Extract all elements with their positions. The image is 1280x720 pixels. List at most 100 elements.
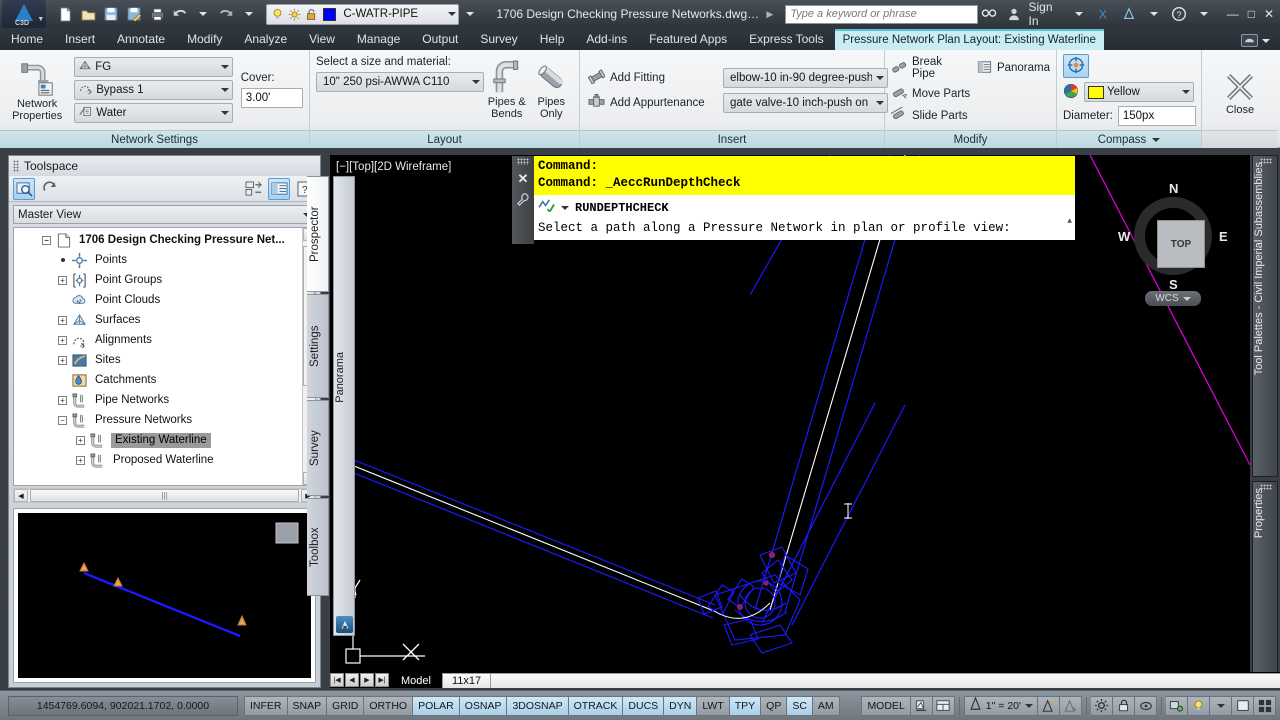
view-cube[interactable]: TOP N S E W WCS	[1118, 181, 1228, 313]
color-wheel-icon[interactable]	[1063, 83, 1079, 102]
preview-toggle-icon[interactable]	[268, 177, 290, 200]
ribbon-tab-modify[interactable]: Modify	[176, 29, 233, 50]
help-dropdown-icon[interactable]	[1194, 3, 1215, 25]
close-button[interactable]: ✕	[1264, 7, 1274, 21]
layout-last-button[interactable]: ▶|	[375, 673, 389, 687]
command-window-sidebar[interactable]: ✕	[512, 156, 534, 244]
annotation-visibility-icon[interactable]	[1038, 695, 1060, 716]
viewcube-east-label[interactable]: E	[1219, 229, 1228, 244]
panel-layout-icon[interactable]	[242, 178, 264, 200]
panorama-label[interactable]: Panorama	[997, 62, 1050, 74]
pipes-and-bends-button[interactable]: Pipes & Bends	[484, 56, 529, 120]
expander-plus-icon[interactable]: +	[58, 315, 67, 325]
alignment-combo[interactable]: Bypass 1	[74, 80, 233, 100]
status-toggle-polar[interactable]: POLAR	[413, 695, 460, 716]
refresh-icon[interactable]	[39, 178, 61, 200]
ribbon-tab-insert[interactable]: Insert	[54, 29, 106, 50]
compass-toggle-button[interactable]	[1063, 54, 1089, 78]
annotation-scale-control[interactable]: 1" = 20'	[963, 695, 1038, 716]
tab-prospector[interactable]: Prospector	[307, 176, 329, 292]
save-as-icon[interactable]	[123, 3, 145, 25]
ribbon-tab-analyze[interactable]: Analyze	[233, 29, 298, 50]
toolspace-title-bar[interactable]: Toolspace	[9, 156, 320, 176]
status-toggle-ortho[interactable]: ORTHO	[364, 695, 414, 716]
coordinate-display[interactable]: 1454769.6094, 902021.1702, 0.0000	[8, 695, 238, 716]
layer-control[interactable]: C-WATR-PIPE	[266, 3, 460, 25]
ribbon-tab-contextual-pressure-network[interactable]: Pressure Network Plan Layout: Existing W…	[834, 29, 1104, 50]
viewcube-south-label[interactable]: S	[1169, 277, 1178, 292]
chevron-down-icon[interactable]	[220, 88, 229, 92]
lock-icon[interactable]	[1113, 695, 1135, 716]
tree-item-proposed-waterline[interactable]: + Proposed Waterline	[14, 450, 302, 470]
size-material-combo[interactable]: 10" 250 psi-AWWA C110	[316, 72, 485, 92]
viewport-icon[interactable]	[932, 695, 955, 716]
tree-item-point-groups[interactable]: + Point Groups	[14, 270, 302, 290]
status-toggle-lwt[interactable]: LWT	[697, 695, 730, 716]
undo-icon[interactable]	[169, 3, 191, 25]
layout-tab-11x17[interactable]: 11x17	[441, 673, 492, 688]
tree-item-catchments[interactable]: Catchments	[14, 370, 302, 390]
layout-first-button[interactable]: |◀	[330, 673, 344, 687]
tree-horizontal-scrollbar[interactable]: ◀ ||| ▶	[13, 488, 316, 503]
layout-prev-button[interactable]: ◀	[345, 673, 359, 687]
chevron-down-icon[interactable]	[448, 12, 457, 16]
item-preview-icon[interactable]	[13, 177, 35, 200]
chevron-down-icon[interactable]	[1182, 90, 1190, 94]
cover-input[interactable]: 3.00'	[240, 88, 304, 108]
save-icon[interactable]	[100, 3, 122, 25]
item-preview-pane[interactable]	[13, 508, 316, 683]
ribbon-minimize-control[interactable]	[1231, 34, 1280, 50]
expander-minus-icon[interactable]: −	[58, 415, 67, 425]
slide-parts-label[interactable]: Slide Parts	[912, 110, 968, 122]
expander-plus-icon[interactable]: +	[58, 395, 67, 405]
close-button[interactable]: Close	[1208, 64, 1272, 116]
master-view-selector[interactable]: Master View	[13, 205, 316, 224]
scroll-left-icon[interactable]: ◀	[14, 489, 28, 502]
status-toggle-osnap[interactable]: OSNAP	[459, 695, 508, 716]
command-window[interactable]: ✕ Command: Command: _AeccRunDepthCheck R…	[512, 156, 1075, 244]
ribbon-tab-survey[interactable]: Survey	[469, 29, 528, 50]
ribbon-tab-home[interactable]: Home	[0, 29, 54, 50]
tree-item-drawing[interactable]: − 1706 Design Checking Pressure Net...	[14, 230, 302, 250]
app-status-menu-icon[interactable]	[1254, 695, 1276, 716]
a360-dropdown-icon[interactable]	[1143, 3, 1164, 25]
sign-in-dropdown-icon[interactable]	[1068, 3, 1089, 25]
model-space-button[interactable]: MODEL	[861, 695, 911, 716]
status-toggle-snap[interactable]: SNAP	[287, 695, 328, 716]
status-tray-dropdown-icon[interactable]	[1210, 695, 1232, 716]
break-pipe-label[interactable]: Break Pipe	[912, 56, 968, 80]
tree-item-point-clouds[interactable]: Point Clouds	[14, 290, 302, 310]
status-toggle-otrack[interactable]: OTRACK	[568, 695, 624, 716]
infocenter-search-icon[interactable]	[978, 3, 999, 25]
tree-item-sites[interactable]: + Sites	[14, 350, 302, 370]
sun-icon[interactable]	[286, 6, 303, 23]
status-toggle-am[interactable]: AM	[812, 695, 840, 716]
tab-settings[interactable]: Settings	[307, 294, 329, 398]
layout-tab-model[interactable]: Model	[391, 673, 441, 688]
ribbon-minimize-icon[interactable]	[1241, 34, 1258, 47]
status-toggle-tpy[interactable]: TPY	[729, 695, 762, 716]
lightbulb-icon[interactable]	[1188, 695, 1210, 716]
add-appurtenance-label[interactable]: Add Appurtenance	[610, 97, 718, 109]
chevron-down-icon[interactable]	[876, 75, 884, 80]
command-scroll-up-icon[interactable]: ▲	[1067, 212, 1072, 231]
minimize-button[interactable]: —	[1227, 7, 1239, 21]
lightbulb-icon[interactable]	[269, 6, 286, 23]
fitting-combo[interactable]: elbow-10 in-90 degree-push	[723, 67, 888, 88]
autodesk-360-icon[interactable]	[1118, 3, 1139, 25]
close-icon[interactable]: ✕	[518, 171, 529, 187]
tree-item-surfaces[interactable]: + Surfaces	[14, 310, 302, 330]
status-toggle-infer[interactable]: INFER	[244, 695, 288, 716]
open-icon[interactable]	[77, 3, 99, 25]
expander-plus-icon[interactable]: +	[58, 335, 67, 345]
clean-screen-icon[interactable]	[1232, 695, 1254, 716]
chevron-down-icon[interactable]	[1152, 137, 1161, 142]
ribbon-tab-help[interactable]: Help	[529, 29, 576, 50]
scrollbar-thumb[interactable]: |||	[30, 489, 299, 502]
undo-dropdown-icon[interactable]	[192, 3, 214, 25]
appurtenance-combo[interactable]: gate valve-10 inch-push on	[723, 92, 888, 113]
new-icon[interactable]	[54, 3, 76, 25]
tree-item-pipe-networks[interactable]: + Pipe Networks	[14, 390, 302, 410]
expander-plus-icon[interactable]: +	[58, 355, 67, 365]
move-parts-label[interactable]: Move Parts	[912, 88, 970, 100]
